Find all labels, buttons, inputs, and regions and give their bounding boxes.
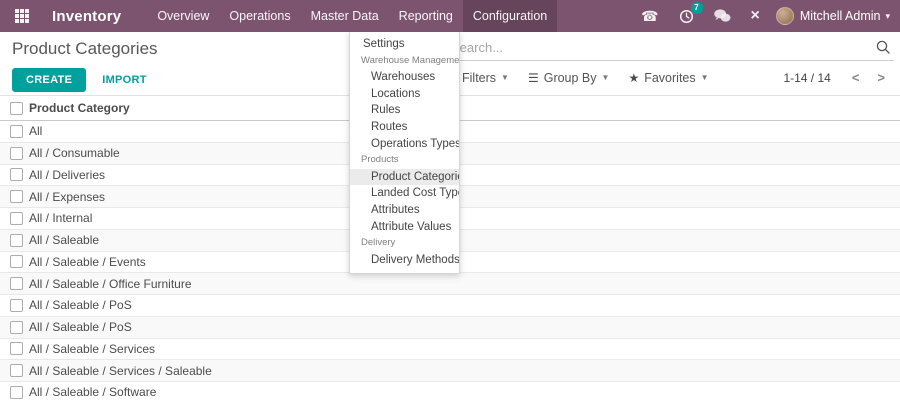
pager-next-icon[interactable]: > bbox=[868, 70, 894, 85]
chevron-down-icon: ▼ bbox=[602, 73, 610, 82]
row-checkbox[interactable] bbox=[10, 168, 23, 181]
main-menu: OverviewOperationsMaster DataReportingCo… bbox=[147, 0, 557, 32]
row-checkbox[interactable] bbox=[10, 277, 23, 290]
dropdown-item[interactable]: Product Categories bbox=[350, 169, 459, 186]
menu-item[interactable]: Master Data bbox=[301, 0, 389, 32]
app-name[interactable]: Inventory bbox=[52, 8, 121, 25]
dropdown-item[interactable]: Products bbox=[350, 152, 459, 169]
dropdown-item[interactable]: Attributes bbox=[350, 202, 459, 219]
row-label: All / Saleable / Software bbox=[29, 385, 156, 399]
table-row[interactable]: All / Saleable / Services bbox=[0, 339, 900, 361]
create-button[interactable]: CREATE bbox=[12, 68, 86, 92]
pager-range: 1-14 / 14 bbox=[783, 71, 830, 85]
user-menu[interactable]: Mitchell Admin ▾ bbox=[776, 7, 890, 25]
row-label: All / Saleable / PoS bbox=[29, 320, 132, 334]
search-icon[interactable] bbox=[875, 39, 891, 60]
dropdown-item[interactable]: Operations Types bbox=[350, 136, 459, 153]
menu-item[interactable]: Operations bbox=[219, 0, 300, 32]
favorites-button[interactable]: ★ Favorites ▼ bbox=[628, 71, 708, 85]
row-label: All / Saleable / PoS bbox=[29, 298, 132, 312]
dropdown-item[interactable]: Locations bbox=[350, 86, 459, 103]
dropdown-item[interactable]: Routes bbox=[350, 119, 459, 136]
chevron-down-icon: ▼ bbox=[701, 73, 709, 82]
row-label: All bbox=[29, 124, 42, 138]
tools-icon[interactable]: × bbox=[741, 0, 770, 32]
user-name: Mitchell Admin bbox=[800, 9, 881, 23]
dropdown-item[interactable]: Delivery Methods bbox=[350, 252, 459, 269]
filter-toolbar: Filters ▼ ☰ Group By ▼ ★ Favorites ▼ 1-1… bbox=[447, 70, 894, 85]
row-label: All / Consumable bbox=[29, 146, 120, 160]
top-navbar: Inventory OverviewOperationsMaster DataR… bbox=[0, 0, 900, 32]
row-label: All / Saleable / Office Furniture bbox=[29, 277, 192, 291]
table-row[interactable]: All / Saleable / Software bbox=[0, 382, 900, 401]
activity-badge: 7 bbox=[691, 2, 703, 14]
chevron-down-icon: ▼ bbox=[501, 73, 509, 82]
row-checkbox[interactable] bbox=[10, 234, 23, 247]
row-label: All / Expenses bbox=[29, 190, 105, 204]
row-checkbox[interactable] bbox=[10, 386, 23, 399]
row-checkbox[interactable] bbox=[10, 125, 23, 138]
topbar-right: ☎ 7 × Mitchell Admin ▾ bbox=[631, 0, 900, 32]
activity-clock-icon[interactable]: 7 bbox=[669, 0, 704, 32]
apps-grid-icon bbox=[15, 9, 29, 23]
chevron-down-icon: ▾ bbox=[885, 11, 890, 22]
row-checkbox[interactable] bbox=[10, 147, 23, 160]
dropdown-item[interactable]: Warehouse Management bbox=[350, 53, 459, 70]
pager-prev-icon[interactable]: < bbox=[843, 70, 869, 85]
menu-item[interactable]: Overview bbox=[147, 0, 219, 32]
table-row[interactable]: All / Saleable / Services / Saleable bbox=[0, 360, 900, 382]
dropdown-item[interactable]: Warehouses bbox=[350, 69, 459, 86]
row-label: All / Saleable / Events bbox=[29, 255, 146, 269]
pager: 1-14 / 14 < > bbox=[783, 70, 894, 85]
search-panel: Filters ▼ ☰ Group By ▼ ★ Favorites ▼ 1-1… bbox=[447, 35, 894, 85]
group-by-label: Group By bbox=[544, 71, 597, 85]
import-button[interactable]: IMPORT bbox=[102, 74, 147, 86]
select-all-checkbox[interactable] bbox=[10, 102, 23, 115]
filters-label: Filters bbox=[462, 71, 496, 85]
table-row[interactable]: All / Saleable / PoS bbox=[0, 317, 900, 339]
search-input[interactable] bbox=[447, 35, 894, 60]
group-by-button[interactable]: ☰ Group By ▼ bbox=[528, 71, 610, 85]
messages-icon[interactable] bbox=[704, 0, 741, 32]
row-label: All / Deliveries bbox=[29, 168, 105, 182]
dropdown-item[interactable]: Delivery bbox=[350, 235, 459, 252]
row-label: All / Saleable bbox=[29, 233, 99, 247]
menu-item[interactable]: Reporting bbox=[389, 0, 463, 32]
phone-icon[interactable]: ☎ bbox=[631, 0, 668, 32]
apps-menu-button[interactable] bbox=[0, 0, 44, 32]
row-checkbox[interactable] bbox=[10, 364, 23, 377]
search-box bbox=[447, 35, 894, 61]
star-icon: ★ bbox=[628, 71, 639, 85]
favorites-label: Favorites bbox=[644, 71, 695, 85]
dropdown-item[interactable]: Attribute Values bbox=[350, 219, 459, 236]
filters-button[interactable]: Filters ▼ bbox=[462, 71, 509, 85]
row-checkbox[interactable] bbox=[10, 342, 23, 355]
table-row[interactable]: All / Saleable / Office Furniture bbox=[0, 273, 900, 295]
chat-bubbles-icon bbox=[714, 9, 731, 23]
row-label: All / Internal bbox=[29, 211, 92, 225]
avatar bbox=[776, 7, 794, 25]
x-tools-glyph: × bbox=[751, 8, 760, 24]
row-checkbox[interactable] bbox=[10, 212, 23, 225]
row-checkbox[interactable] bbox=[10, 299, 23, 312]
column-header: Product Category bbox=[29, 101, 130, 115]
row-checkbox[interactable] bbox=[10, 255, 23, 268]
row-label: All / Saleable / Services bbox=[29, 342, 155, 356]
row-label: All / Saleable / Services / Saleable bbox=[29, 364, 212, 378]
dropdown-item[interactable]: Rules bbox=[350, 102, 459, 119]
row-checkbox[interactable] bbox=[10, 190, 23, 203]
menu-item[interactable]: Configuration bbox=[463, 0, 557, 32]
dropdown-item[interactable]: Landed Cost Types bbox=[350, 185, 459, 202]
configuration-dropdown: SettingsWarehouse ManagementWarehousesLo… bbox=[349, 32, 460, 274]
row-checkbox[interactable] bbox=[10, 321, 23, 334]
dropdown-item[interactable]: Settings bbox=[350, 36, 459, 53]
table-row[interactable]: All / Saleable / PoS bbox=[0, 295, 900, 317]
group-by-icon: ☰ bbox=[528, 71, 539, 85]
